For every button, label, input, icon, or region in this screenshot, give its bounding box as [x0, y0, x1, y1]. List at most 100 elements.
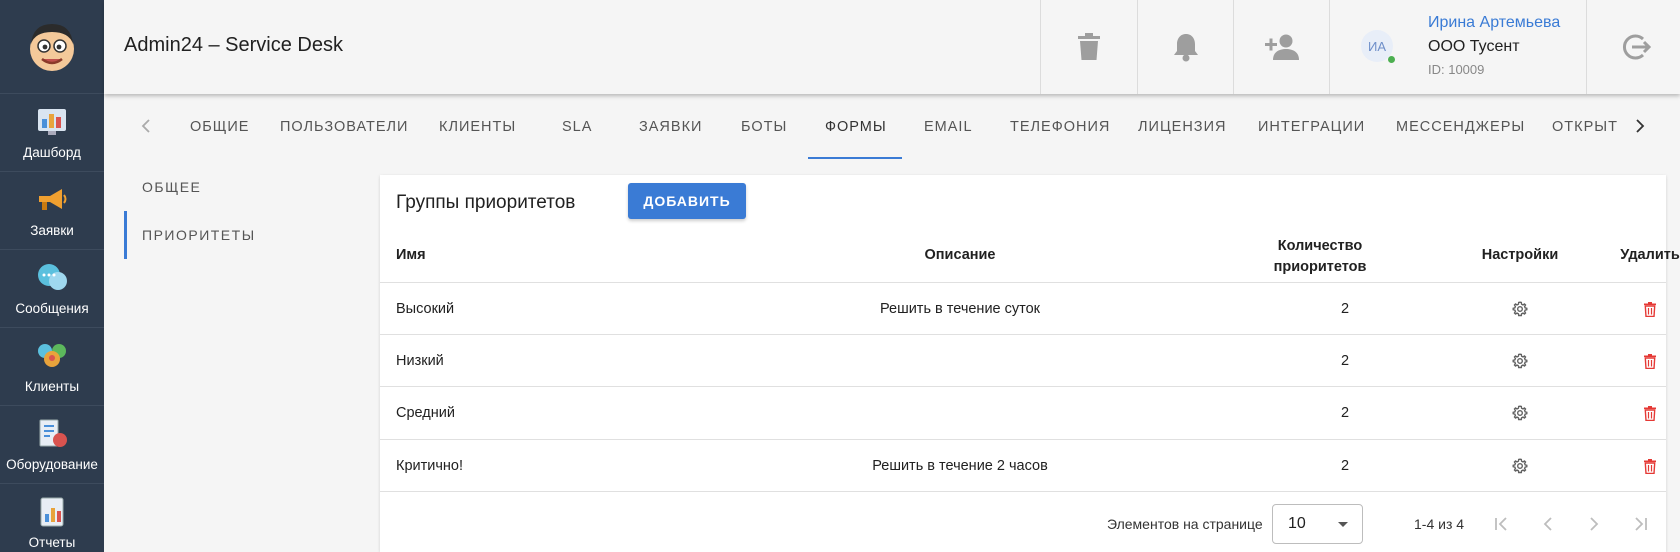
- user-id: ID: 10009: [1428, 62, 1485, 77]
- top-header: Admin24 – Service Desk ИА Ирина Артемьев…: [104, 0, 1680, 94]
- chevron-right-icon: [1590, 517, 1599, 531]
- tab-messengers[interactable]: Мессенджеры: [1396, 94, 1525, 160]
- tab-sla[interactable]: SLA: [562, 94, 592, 160]
- subnav-general[interactable]: Общее: [142, 179, 201, 195]
- gear-icon: [1512, 405, 1528, 421]
- user-name[interactable]: Ирина Артемьева: [1428, 14, 1560, 32]
- page-title: Admin24 – Service Desk: [124, 34, 343, 56]
- tabs-scroll-left-button[interactable]: [134, 114, 158, 138]
- trash-icon: [1644, 458, 1656, 474]
- sidebar-item-equipment[interactable]: Оборудование: [0, 406, 104, 484]
- row-settings-button[interactable]: [1495, 387, 1545, 439]
- tab-forms[interactable]: Формы: [825, 94, 887, 160]
- table-row[interactable]: Высокий Решить в течение суток 2: [380, 282, 1666, 334]
- subnav-active-indicator: [124, 211, 127, 259]
- chat-bubbles-icon: [35, 261, 69, 295]
- tab-open[interactable]: Открыт: [1552, 94, 1618, 160]
- next-page-button[interactable]: [1580, 510, 1608, 538]
- tab-clients[interactable]: Клиенты: [439, 94, 516, 160]
- per-page-label: Элементов на странице: [1107, 516, 1263, 532]
- row-name: Высокий: [396, 301, 455, 317]
- row-name: Средний: [396, 405, 455, 421]
- row-name: Критично!: [396, 458, 464, 474]
- last-page-button[interactable]: [1626, 510, 1654, 538]
- sidebar: Дашборд Заявки Сообщения Клиенты Оборудо…: [0, 0, 104, 552]
- table-row[interactable]: Средний 2: [380, 386, 1666, 438]
- sidebar-item-label: Дашборд: [23, 145, 81, 160]
- add-button[interactable]: Добавить: [628, 183, 746, 219]
- app-logo[interactable]: [0, 0, 104, 94]
- per-page-select[interactable]: 10: [1272, 504, 1363, 544]
- row-settings-button[interactable]: [1495, 440, 1545, 492]
- tab-general[interactable]: Общие: [190, 94, 249, 160]
- row-name: Низкий: [396, 353, 444, 369]
- first-page-icon: [1495, 517, 1507, 531]
- settings-tabs: Общие Пользователи Клиенты SLA Заявки Бо…: [104, 94, 1680, 160]
- table-footer-divider: [380, 491, 1666, 492]
- trash-icon: [1644, 301, 1656, 317]
- tab-tickets[interactable]: Заявки: [639, 94, 702, 160]
- tab-license[interactable]: Лицензия: [1138, 94, 1226, 160]
- logout-button[interactable]: [1586, 0, 1680, 94]
- table-row[interactable]: Низкий 2: [380, 334, 1666, 386]
- row-settings-button[interactable]: [1495, 283, 1545, 335]
- trash-icon: [1644, 405, 1656, 421]
- user-organization: ООО Тусент: [1428, 38, 1520, 55]
- bell-icon: [1174, 34, 1198, 62]
- row-delete-button[interactable]: [1625, 283, 1675, 335]
- tab-users[interactable]: Пользователи: [280, 94, 408, 160]
- tab-telephony[interactable]: Телефония: [1010, 94, 1110, 160]
- sidebar-item-dashboard[interactable]: Дашборд: [0, 94, 104, 172]
- tab-integrations[interactable]: Интеграции: [1258, 94, 1365, 160]
- column-header-description: Описание: [924, 247, 996, 263]
- online-status-dot: [1388, 56, 1395, 63]
- gear-icon: [1512, 353, 1528, 369]
- gear-icon: [1512, 458, 1528, 474]
- tab-email[interactable]: Email: [924, 94, 973, 160]
- chevron-left-icon: [141, 119, 150, 133]
- trash-icon: [1078, 33, 1100, 60]
- row-delete-button[interactable]: [1625, 387, 1675, 439]
- row-count: 2: [1340, 353, 1350, 369]
- subnav-priorities[interactable]: Приоритеты: [142, 227, 256, 243]
- row-description: Решить в течение суток: [879, 301, 1041, 317]
- chevron-left-icon: [1543, 517, 1552, 531]
- row-description: Решить в течение 2 часов: [872, 458, 1048, 474]
- sidebar-item-clients[interactable]: Клиенты: [0, 328, 104, 406]
- row-count: 2: [1340, 301, 1350, 317]
- sidebar-item-messages[interactable]: Сообщения: [0, 250, 104, 328]
- user-profile[interactable]: ИА Ирина Артемьева ООО Тусент ID: 10009: [1329, 0, 1589, 94]
- dashboard-icon: [35, 105, 69, 139]
- sidebar-item-label: Клиенты: [24, 379, 80, 394]
- megaphone-icon: [35, 183, 69, 217]
- column-header-name: Имя: [396, 247, 426, 263]
- table-row[interactable]: Критично! Решить в течение 2 часов 2: [380, 439, 1666, 491]
- caret-down-icon: [1338, 522, 1348, 527]
- per-page-value: 10: [1288, 515, 1306, 532]
- tab-bots[interactable]: Боты: [741, 94, 787, 160]
- sidebar-item-tickets[interactable]: Заявки: [0, 172, 104, 250]
- add-user-icon: [1265, 34, 1299, 60]
- row-delete-button[interactable]: [1625, 440, 1675, 492]
- card-title: Группы приоритетов: [396, 192, 576, 213]
- previous-page-button[interactable]: [1534, 510, 1562, 538]
- column-header-delete: Удалить: [1620, 247, 1680, 263]
- row-delete-button[interactable]: [1625, 335, 1675, 387]
- first-page-button[interactable]: [1488, 510, 1516, 538]
- sidebar-item-label: Заявки: [30, 223, 74, 238]
- row-settings-button[interactable]: [1495, 335, 1545, 387]
- clients-icon: [35, 339, 69, 373]
- sidebar-item-reports[interactable]: Отчеты: [0, 484, 104, 552]
- trash-icon: [1644, 353, 1656, 369]
- column-header-settings: Настройки: [1481, 247, 1559, 263]
- trash-button[interactable]: [1040, 0, 1137, 94]
- reports-icon: [35, 495, 69, 529]
- column-header-count-line1: Количество: [1277, 238, 1363, 254]
- notifications-button[interactable]: [1137, 0, 1234, 94]
- priority-groups-card: Группы приоритетов Добавить Имя Описание…: [380, 175, 1680, 552]
- sidebar-item-label: Отчеты: [28, 535, 76, 550]
- tabs-scroll-right-button[interactable]: [1628, 114, 1652, 138]
- pagination-range: 1-4 из 4: [1414, 516, 1465, 532]
- add-user-button[interactable]: [1233, 0, 1330, 94]
- logo-face-icon: [30, 23, 74, 71]
